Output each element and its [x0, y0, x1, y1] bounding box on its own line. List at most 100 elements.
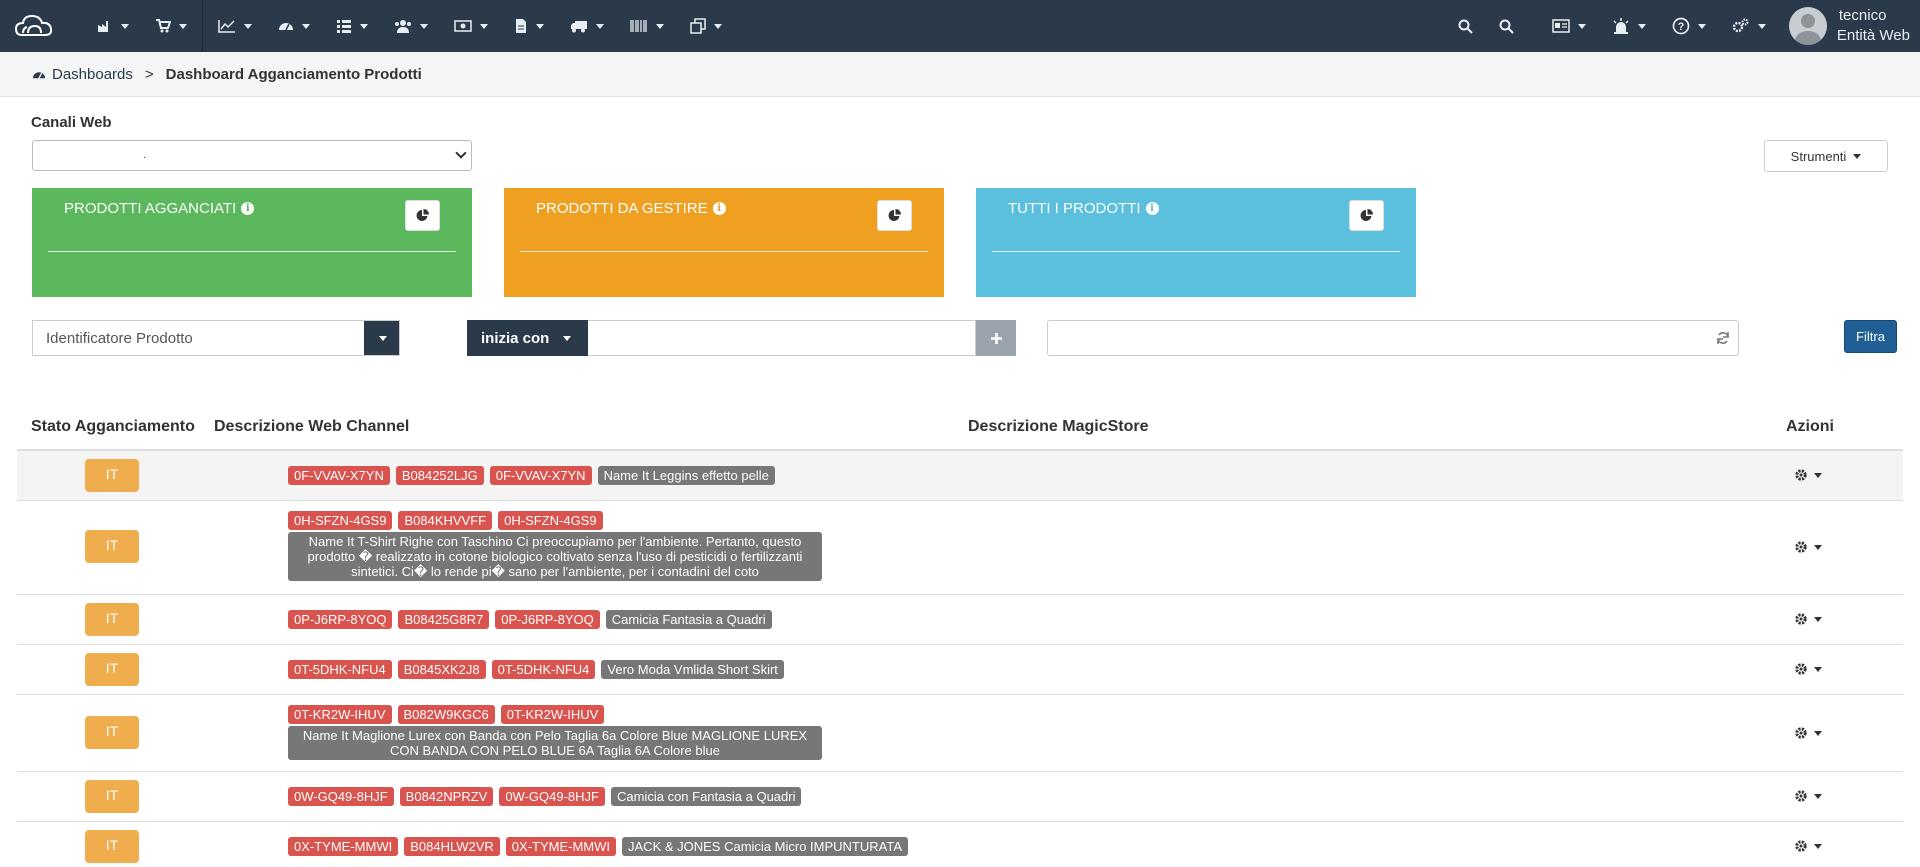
nav-menu-production[interactable]	[84, 0, 142, 52]
nav-menu-documents[interactable]	[501, 0, 557, 52]
search-button-1[interactable]	[1445, 0, 1486, 52]
nav-menu-help[interactable]: ?	[1659, 0, 1719, 52]
strumenti-button[interactable]: Strumenti	[1764, 140, 1888, 172]
id-card-icon	[1552, 19, 1570, 33]
filter-field-select[interactable]: Identificatore Prodotto	[32, 320, 400, 356]
code-label: 0H-SFZN-4GS9	[498, 511, 603, 530]
description-label: Vero Moda Vmlida Short Skirt	[601, 660, 784, 679]
row-actions-button[interactable]	[1794, 468, 1822, 482]
status-badge: IT	[85, 530, 139, 563]
filter-field-dropdown-button[interactable]	[364, 321, 399, 355]
col-header-descrizione-magicstore[interactable]: Descrizione MagicStore	[968, 418, 1149, 436]
row-actions-button[interactable]	[1794, 540, 1822, 554]
user-menu[interactable]: tecnico Entità Web	[1779, 6, 1920, 46]
filter-value-input[interactable]	[588, 320, 976, 356]
tile-divider	[48, 251, 456, 252]
col-header-stato[interactable]: Stato Agganciamento	[31, 418, 195, 436]
nav-menu-shipping[interactable]	[557, 0, 617, 52]
gear-icon	[1795, 727, 1807, 739]
canali-web-selected-value: .	[143, 147, 147, 161]
row-actions-button[interactable]	[1794, 662, 1822, 676]
code-label: B0842NPRZV	[399, 787, 494, 806]
code-label: B084KHVVFF	[398, 511, 493, 530]
factory-icon	[98, 21, 108, 32]
add-filter-button[interactable]	[976, 320, 1016, 356]
web-channel-labels: 0F-VVAV-X7YN B084252LJG 0F-VVAV-X7YN Nam…	[288, 466, 775, 485]
row-actions-button[interactable]	[1794, 726, 1822, 740]
nav-menu-lists[interactable]	[323, 0, 381, 52]
breadcrumb-separator: >	[144, 65, 154, 83]
top-navbar: ? tecnico Entità Web	[0, 0, 1920, 52]
status-badge: IT	[85, 716, 139, 749]
user-entity: Entità Web	[1836, 27, 1910, 44]
caret-down-icon	[1814, 666, 1822, 672]
table-row: IT 0P-J6RP-8YOQ B08425G8R7 0P-J6RP-8YOQ …	[17, 595, 1903, 645]
table-row: IT 0F-VVAV-X7YN B084252LJG 0F-VVAV-X7YN …	[17, 451, 1903, 501]
refresh-icon[interactable]	[1716, 331, 1730, 345]
gear-icon	[1795, 663, 1807, 675]
nav-menu-statistics[interactable]	[205, 0, 265, 52]
nav-menu-barcode[interactable]	[617, 0, 677, 52]
search-button-2[interactable]	[1486, 0, 1527, 52]
code-label: 0P-J6RP-8YOQ	[288, 610, 393, 629]
nav-menu-users[interactable]	[381, 0, 441, 52]
users-icon	[395, 20, 411, 33]
info-icon[interactable]: i	[1145, 202, 1159, 215]
filter-operator-button[interactable]: inizia con	[467, 320, 588, 356]
chevron-down-icon	[455, 147, 467, 159]
pie-chart-icon	[1360, 209, 1373, 221]
gears-icon	[1732, 18, 1749, 33]
row-actions-button[interactable]	[1794, 789, 1822, 803]
tile-title: TUTTI I PRODOTTI	[1008, 200, 1141, 217]
code-label: 0W-GQ49-8HJF	[288, 787, 394, 806]
tile-chart-button[interactable]	[1349, 200, 1384, 231]
nav-menu-id-card[interactable]	[1539, 0, 1599, 52]
caret-down-icon	[1814, 616, 1822, 622]
tile-chart-button[interactable]	[877, 200, 912, 231]
search-input[interactable]	[1047, 320, 1739, 356]
strumenti-label: Strumenti	[1790, 148, 1847, 164]
row-actions-button[interactable]	[1794, 839, 1822, 853]
info-icon[interactable]: i	[241, 202, 255, 215]
gear-icon	[1795, 541, 1807, 553]
caret-down-icon	[563, 335, 572, 341]
row-actions-button[interactable]	[1794, 612, 1822, 626]
filtra-button[interactable]: Filtra	[1844, 320, 1897, 353]
nav-menu-sales[interactable]	[142, 0, 200, 52]
gear-icon	[1795, 790, 1807, 802]
description-label: JACK & JONES Camicia Micro IMPUNTURATA	[622, 837, 909, 856]
tile-chart-button[interactable]	[405, 200, 440, 231]
canali-web-select[interactable]: .	[32, 140, 472, 171]
code-label: 0T-KR2W-IHUV	[288, 705, 392, 724]
caret-down-icon	[1814, 793, 1822, 799]
status-badge: IT	[85, 603, 139, 636]
tile-title: PRODOTTI DA GESTIRE	[536, 200, 708, 217]
nav-menu-alerts[interactable]	[1599, 0, 1659, 52]
chart-line-icon	[218, 20, 235, 33]
caret-down-icon	[1814, 544, 1822, 550]
web-channel-labels: 0H-SFZN-4GS9 B084KHVVFF 0H-SFZN-4GS9 Nam…	[288, 511, 828, 581]
nav-menu-dashboards[interactable]	[265, 0, 323, 52]
breadcrumb-link-dashboards[interactable]: Dashboards	[52, 66, 133, 83]
description-label: Name It Leggins effetto pelle	[597, 466, 775, 485]
file-icon	[516, 19, 526, 33]
nav-menu-settings[interactable]	[1719, 0, 1779, 52]
caret-down-icon	[1853, 153, 1862, 159]
tile-divider	[520, 251, 928, 252]
info-icon[interactable]: i	[712, 202, 726, 215]
search-icon	[1458, 19, 1473, 34]
code-label: 0P-J6RP-8YOQ	[495, 610, 600, 629]
code-label: B084252LJG	[395, 466, 484, 485]
status-badge: IT	[85, 459, 139, 492]
table-row: IT 0H-SFZN-4GS9 B084KHVVFF 0H-SFZN-4GS9 …	[17, 501, 1903, 595]
table-row: IT 0X-TYME-MMWI B084HLW2VR 0X-TYME-MMWI …	[17, 822, 1903, 867]
plus-icon	[990, 332, 1002, 344]
code-label: 0T-5DHK-NFU4	[491, 660, 596, 679]
col-header-descrizione-web-channel[interactable]: Descrizione Web Channel	[214, 418, 409, 436]
nav-menu-finance[interactable]	[441, 0, 501, 52]
nav-menu-clone[interactable]	[677, 0, 735, 52]
cloud-logo-icon[interactable]	[14, 11, 54, 41]
canali-web-label: Canali Web	[31, 114, 112, 131]
tile-tutti-i-prodotti: TUTTI I PRODOTTI i	[976, 188, 1416, 297]
breadcrumb: Dashboards > Dashboard Agganciamento Pro…	[0, 52, 1920, 97]
